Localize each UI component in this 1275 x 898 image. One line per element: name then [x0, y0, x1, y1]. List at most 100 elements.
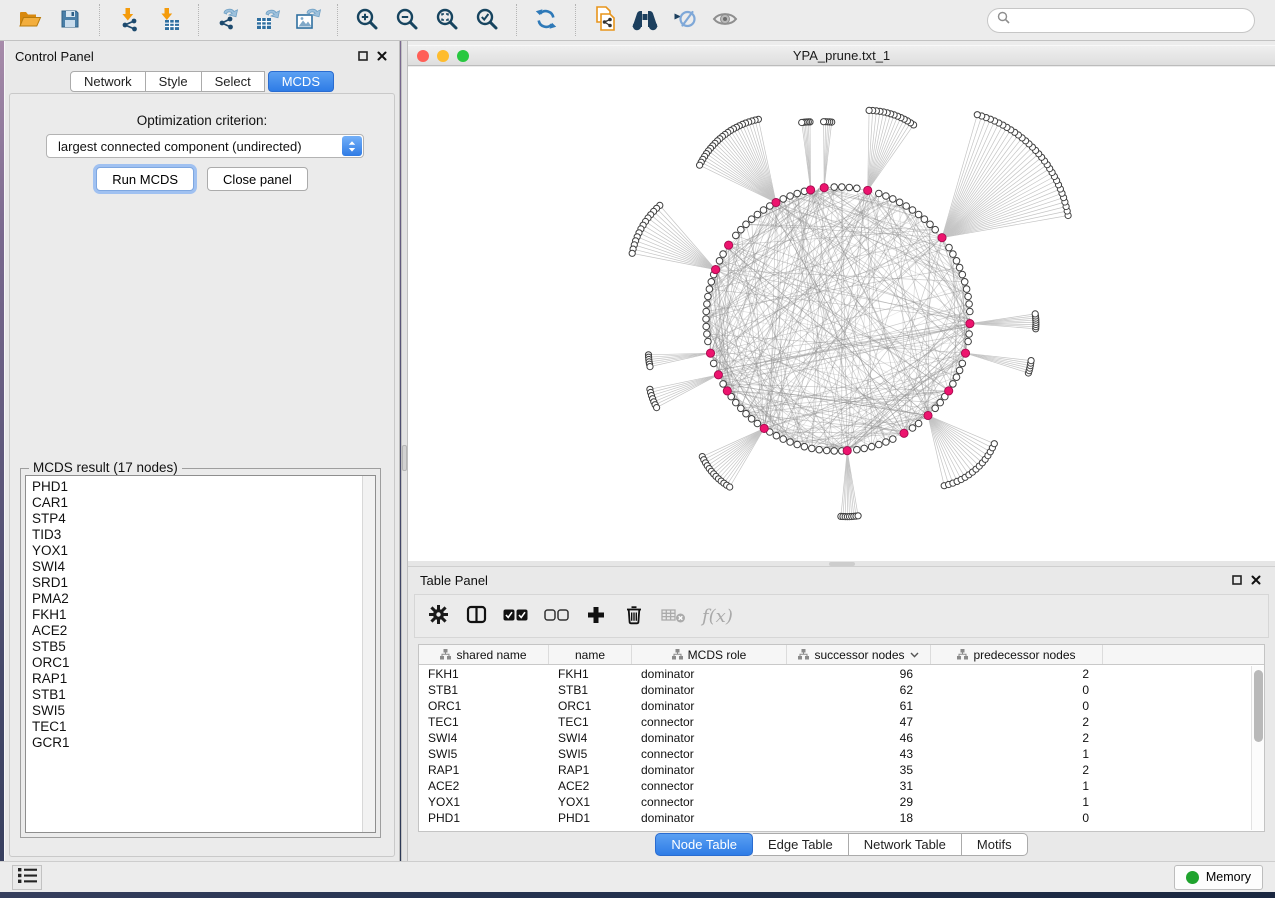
table-scrollbar-thumb[interactable]	[1254, 670, 1263, 742]
close-panel-action-button[interactable]: Close panel	[207, 167, 308, 191]
control-panel-tabs: NetworkStyleSelectMCDS	[5, 71, 399, 92]
show-graphics-details-button[interactable]	[705, 3, 745, 37]
close-panel-button[interactable]	[377, 49, 387, 64]
delete-icon	[625, 605, 643, 628]
select-all-rows-button[interactable]	[501, 600, 530, 632]
mcds-result-item[interactable]: TEC1	[32, 719, 362, 735]
refresh-layout-button[interactable]	[526, 3, 566, 37]
tab-network-table[interactable]: Network Table	[849, 833, 962, 856]
task-history-button[interactable]	[12, 865, 42, 890]
mcds-result-item[interactable]: STB5	[32, 639, 362, 655]
import-network-button[interactable]	[109, 3, 149, 37]
zoom-in-button[interactable]	[347, 3, 387, 37]
delete-column-button[interactable]	[621, 600, 647, 632]
export-image-button[interactable]	[288, 3, 328, 37]
network-graph[interactable]	[408, 67, 1275, 561]
memory-button[interactable]: Memory	[1174, 865, 1263, 890]
mcds-result-item[interactable]: FKH1	[32, 607, 362, 623]
open-file-button[interactable]	[10, 3, 50, 37]
export-network-button[interactable]	[208, 3, 248, 37]
tab-edge-table[interactable]: Edge Table	[753, 833, 849, 856]
toolbar-separator	[516, 4, 517, 36]
tab-mcds[interactable]: MCDS	[268, 71, 334, 92]
share-network-document-button[interactable]	[585, 3, 625, 37]
vertical-splitter[interactable]	[401, 41, 408, 861]
network-view[interactable]	[408, 67, 1275, 561]
tab-select[interactable]: Select	[202, 71, 265, 92]
mcds-result-item[interactable]: SWI5	[32, 703, 362, 719]
search-input[interactable]	[1015, 12, 1245, 28]
table-cell: connector	[632, 747, 787, 761]
table-row[interactable]: ORC1ORC1dominator610	[419, 698, 1251, 714]
optimization-criterion-select[interactable]: largest connected component (undirected)	[46, 134, 364, 158]
vertical-splitter-handle[interactable]	[402, 445, 407, 471]
mcds-result-item[interactable]: RAP1	[32, 671, 362, 687]
mcds-result-item[interactable]: ACE2	[32, 623, 362, 639]
tab-motifs[interactable]: Motifs	[962, 833, 1028, 856]
mcds-tab-content: Optimization criterion: largest connecte…	[9, 93, 395, 857]
memory-label: Memory	[1206, 870, 1251, 884]
hide-annotations-icon	[672, 7, 698, 34]
show-hide-columns-button[interactable]	[463, 600, 489, 632]
float-table-panel-button[interactable]	[1232, 573, 1242, 588]
tab-style[interactable]: Style	[146, 71, 202, 92]
zoom-out-icon	[394, 6, 420, 35]
table-scrollbar[interactable]	[1251, 666, 1264, 830]
float-panel-button[interactable]	[358, 49, 368, 64]
import-table-button[interactable]	[149, 3, 189, 37]
mcds-result-item[interactable]: STB1	[32, 687, 362, 703]
column-header-predecessor-nodes[interactable]: predecessor nodes	[931, 645, 1103, 664]
table-row[interactable]: FKH1FKH1dominator962	[419, 666, 1251, 682]
optimization-criterion-label: Optimization criterion:	[10, 113, 394, 128]
add-column-button[interactable]	[583, 600, 609, 632]
tab-network[interactable]: Network	[70, 71, 146, 92]
table-cell: dominator	[632, 811, 787, 825]
column-header-successor-nodes[interactable]: successor nodes	[787, 645, 931, 664]
column-label: shared name	[456, 648, 526, 662]
zoom-fit-button[interactable]	[427, 3, 467, 37]
table-cell: 0	[931, 699, 1103, 713]
table-cell: 43	[787, 747, 931, 761]
mcds-result-item[interactable]: SWI4	[32, 559, 362, 575]
zoom-out-button[interactable]	[387, 3, 427, 37]
table-settings-button[interactable]	[425, 600, 451, 632]
mcds-result-item[interactable]: CAR1	[32, 495, 362, 511]
mcds-result-item[interactable]: TID3	[32, 527, 362, 543]
memory-status-dot	[1186, 871, 1199, 884]
export-table-button[interactable]	[248, 3, 288, 37]
find-binoculars-button[interactable]	[625, 3, 665, 37]
mcds-result-item[interactable]: SRD1	[32, 575, 362, 591]
table-row[interactable]: RAP1RAP1dominator352	[419, 762, 1251, 778]
table-row[interactable]: ACE2ACE2connector311	[419, 778, 1251, 794]
column-header-mcds-role[interactable]: MCDS role	[632, 645, 787, 664]
toggle-annotations-button[interactable]	[665, 3, 705, 37]
mcds-result-item[interactable]: PHD1	[32, 479, 362, 495]
mcds-result-list: PHD1CAR1STP4TID3YOX1SWI4SRD1PMA2FKH1ACE2…	[26, 476, 362, 832]
save-session-button[interactable]	[50, 3, 90, 37]
run-mcds-button[interactable]: Run MCDS	[96, 167, 194, 191]
search-field[interactable]	[987, 8, 1255, 33]
table-row[interactable]: SWI5SWI5connector431	[419, 746, 1251, 762]
mcds-result-item[interactable]: GCR1	[32, 735, 362, 751]
table-row[interactable]: YOX1YOX1connector291	[419, 794, 1251, 810]
table-tabs: Node TableEdge TableNetwork TableMotifs	[408, 833, 1275, 856]
mcds-result-item[interactable]: ORC1	[32, 655, 362, 671]
node-table-header: shared name nameMCDS rolesuccessor nodesp…	[419, 645, 1264, 665]
horizontal-splitter-handle[interactable]	[829, 562, 855, 566]
tab-node-table[interactable]: Node Table	[655, 833, 753, 856]
table-row[interactable]: TEC1TEC1connector472	[419, 714, 1251, 730]
table-row[interactable]: STB1STB1dominator620	[419, 682, 1251, 698]
mcds-result-item[interactable]: STP4	[32, 511, 362, 527]
deselect-all-rows-button[interactable]	[542, 600, 571, 632]
column-header-shared-name[interactable]: shared name	[419, 645, 549, 664]
table-cell: SWI4	[549, 731, 632, 745]
table-row[interactable]: SWI4SWI4dominator462	[419, 730, 1251, 746]
mcds-result-item[interactable]: YOX1	[32, 543, 362, 559]
sort-desc-icon	[910, 652, 919, 658]
mcds-result-item[interactable]: PMA2	[32, 591, 362, 607]
zoom-selected-button[interactable]	[467, 3, 507, 37]
table-row[interactable]: PHD1PHD1dominator180	[419, 810, 1251, 826]
column-header-name[interactable]: name	[549, 645, 632, 664]
mcds-list-scrollbar[interactable]	[362, 476, 375, 832]
close-table-panel-button[interactable]	[1251, 573, 1261, 588]
